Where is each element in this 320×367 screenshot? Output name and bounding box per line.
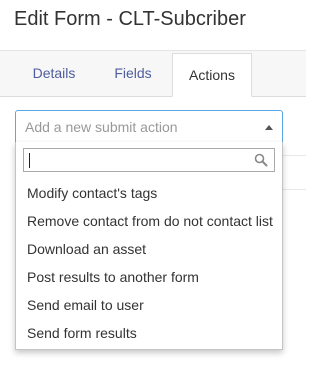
page-header: Edit Form - CLT-Subcriber [0, 0, 306, 51]
tab-fields[interactable]: Fields [94, 51, 172, 96]
option-remove-from-dnc[interactable]: Remove contact from do not contact list [16, 207, 282, 235]
page-title: Edit Form - CLT-Subcriber [14, 8, 246, 30]
tab-bar: Details Fields Actions [0, 51, 306, 97]
option-download-asset[interactable]: Download an asset [16, 235, 282, 263]
action-dropdown: Modify contact's tags Remove contact fro… [15, 142, 283, 350]
tab-actions[interactable]: Actions [172, 53, 252, 97]
dropdown-search-input[interactable] [23, 148, 275, 172]
option-post-results[interactable]: Post results to another form [16, 263, 282, 291]
option-send-email-to-user[interactable]: Send email to user [16, 291, 282, 319]
select-placeholder: Add a new submit action [25, 119, 178, 135]
text-caret [29, 153, 30, 168]
tab-details[interactable]: Details [14, 51, 94, 96]
submit-action-select[interactable]: Add a new submit action [15, 110, 283, 143]
option-list: Modify contact's tags Remove contact fro… [16, 179, 282, 347]
option-send-form-results[interactable]: Send form results [16, 319, 282, 347]
option-modify-contact-tags[interactable]: Modify contact's tags [16, 179, 282, 207]
search-icon [254, 153, 268, 167]
chevron-up-icon[interactable] [265, 125, 273, 130]
